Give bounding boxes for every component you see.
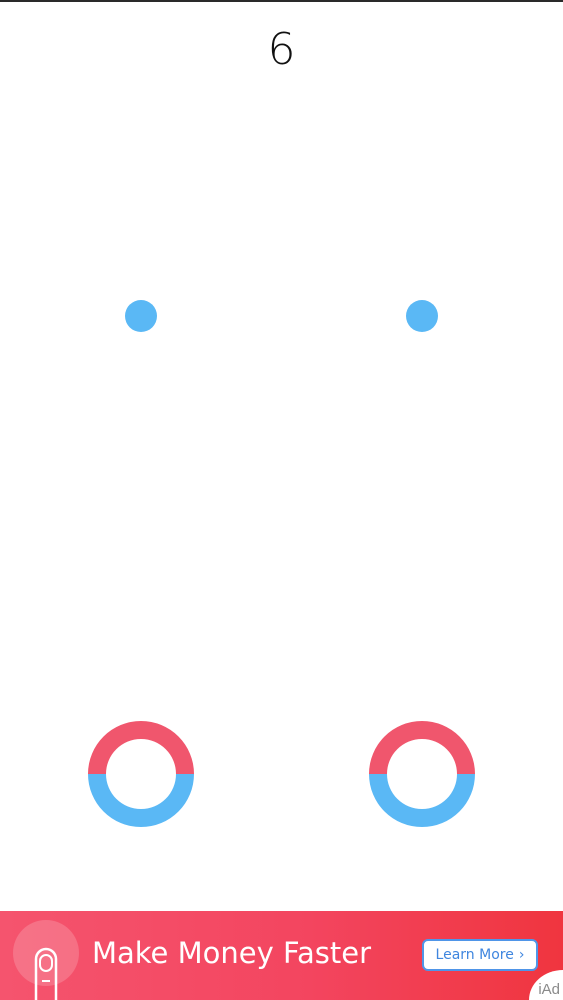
falling-ball-left <box>125 300 157 332</box>
ad-headline[interactable]: Make Money Faster <box>92 933 371 973</box>
ring-right-bottom-half <box>369 774 475 827</box>
top-border <box>0 0 563 2</box>
falling-ball-right <box>406 300 438 332</box>
ring-left-top-half <box>88 721 194 774</box>
learn-more-label: Learn More <box>435 947 514 963</box>
color-ring-left[interactable] <box>88 721 194 827</box>
ad-banner[interactable]: Make Money Faster Learn More › iAd <box>0 911 563 1000</box>
game-screen[interactable]: 6 Make Money Faster Learn More › iAd <box>0 0 563 1000</box>
learn-more-button[interactable]: Learn More › <box>422 939 538 971</box>
tap-finger-icon <box>34 947 58 1000</box>
color-ring-right[interactable] <box>369 721 475 827</box>
score-counter: 6 <box>267 24 296 75</box>
iad-label: iAd <box>538 981 560 998</box>
ring-right-top-half <box>369 721 475 774</box>
ring-left-bottom-half <box>88 774 194 827</box>
chevron-right-icon: › <box>518 947 525 963</box>
